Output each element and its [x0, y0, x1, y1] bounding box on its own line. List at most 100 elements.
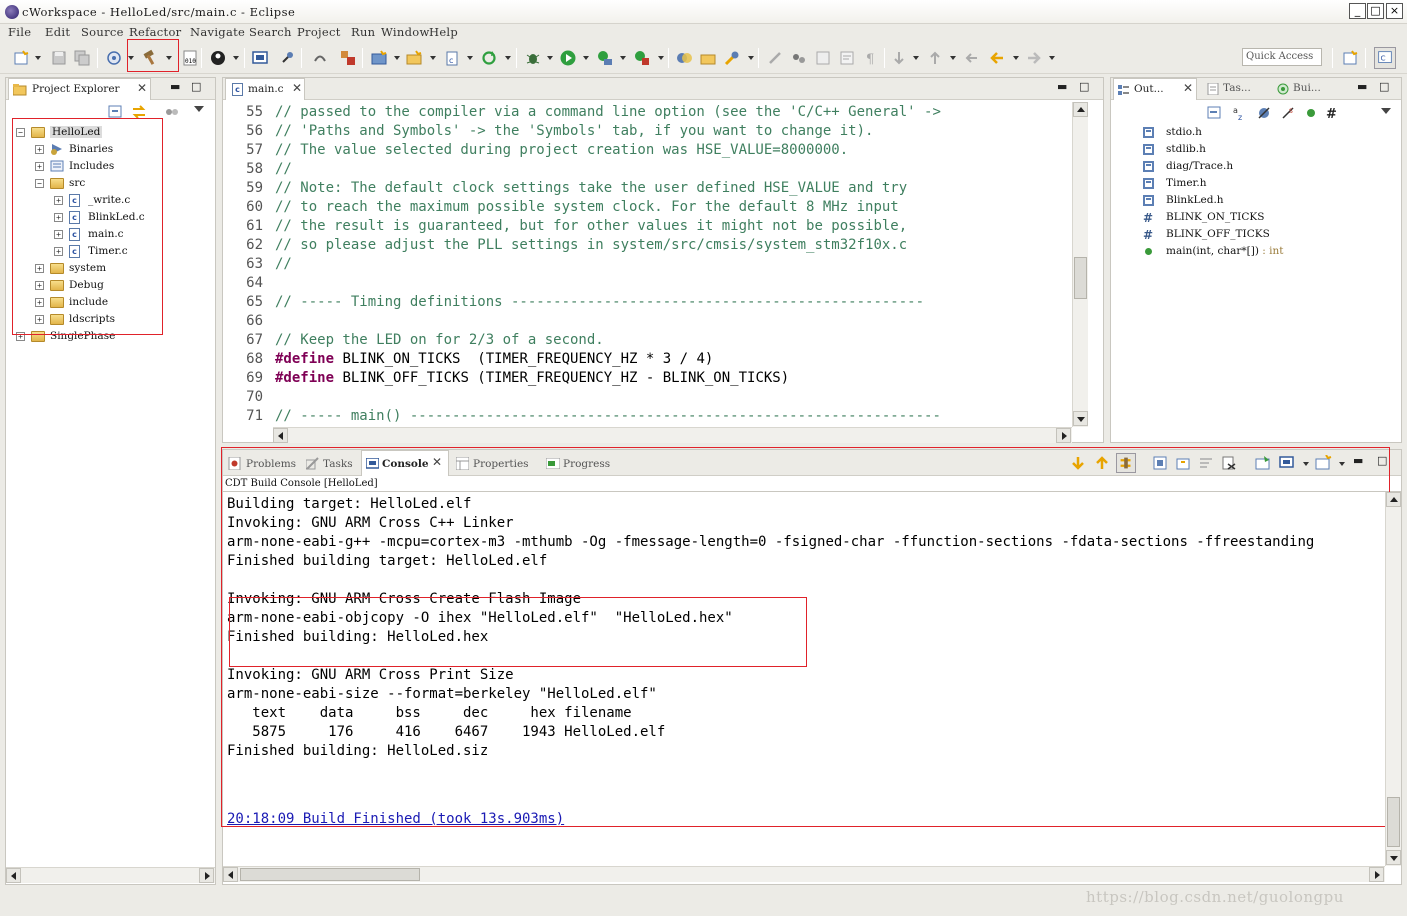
console-icon[interactable]: [251, 49, 269, 67]
minimize-view-icon[interactable]: ▬: [1357, 80, 1367, 93]
scroll-left-button[interactable]: [273, 428, 288, 443]
tab-outline[interactable]: Out... ✕: [1113, 78, 1197, 100]
collapse-all-icon[interactable]: [1207, 106, 1221, 120]
collapse-all-icon[interactable]: [108, 105, 124, 119]
manage-configurations-icon[interactable]: [105, 49, 123, 67]
pin-icon[interactable]: [278, 49, 296, 67]
tab-build-targets[interactable]: Bui...: [1273, 78, 1337, 100]
menu-file[interactable]: File: [8, 25, 31, 39]
scroll-up-button[interactable]: [1073, 102, 1088, 117]
tab-main-c[interactable]: c main.c ✕: [225, 78, 305, 100]
menu-edit[interactable]: Edit: [45, 25, 70, 39]
comment: //: [275, 256, 292, 272]
scroll-left-button[interactable]: [223, 867, 238, 882]
pen-icon[interactable]: [766, 49, 784, 67]
menu-source[interactable]: Source: [81, 25, 124, 39]
close-icon[interactable]: ✕: [137, 81, 147, 95]
close-button[interactable]: ×: [1386, 3, 1403, 19]
forward-icon[interactable]: [1025, 49, 1043, 67]
menu-run[interactable]: Run: [351, 25, 375, 39]
tab-project-explorer[interactable]: Project Explorer ✕: [8, 78, 151, 100]
save-icon[interactable]: [50, 49, 68, 67]
console-horizontal-scrollbar[interactable]: [223, 866, 1385, 882]
hide-fields-icon[interactable]: [1257, 106, 1271, 120]
scroll-thumb[interactable]: [1387, 797, 1400, 847]
scroll-thumb-h[interactable]: [240, 868, 420, 881]
link-with-editor-icon[interactable]: [131, 105, 147, 119]
menu-help[interactable]: Help: [429, 25, 458, 39]
mark-occurrences-icon[interactable]: [790, 49, 808, 67]
menu-project[interactable]: Project: [297, 25, 341, 39]
debug-profile-icon[interactable]: [209, 49, 227, 67]
menu-window[interactable]: Window: [381, 25, 430, 39]
show-whitespace-icon[interactable]: ¶: [862, 49, 880, 67]
tab-tasks[interactable]: Tas...: [1203, 78, 1267, 100]
scroll-right-button[interactable]: [199, 868, 214, 883]
view-menu-chevron-down-icon[interactable]: [1381, 108, 1391, 114]
editor-horizontal-scrollbar[interactable]: [273, 427, 1072, 443]
word-wrap-icon[interactable]: [838, 49, 856, 67]
last-edit-location-icon[interactable]: [963, 49, 981, 67]
next-annotation-icon[interactable]: [890, 49, 908, 67]
hide-macros-icon[interactable]: #: [1325, 106, 1339, 120]
scroll-down-button[interactable]: [1386, 850, 1401, 865]
save-all-icon[interactable]: [73, 49, 91, 67]
editor-vertical-scrollbar[interactable]: [1072, 102, 1088, 427]
quick-access-input[interactable]: Quick Access: [1242, 48, 1322, 66]
console-vertical-scrollbar[interactable]: [1385, 492, 1401, 866]
scroll-right-button[interactable]: [1056, 428, 1071, 443]
customize-view-icon[interactable]: [165, 106, 179, 118]
minimize-editor-icon[interactable]: ▬: [1057, 80, 1067, 93]
minimize-view-icon[interactable]: ▬: [170, 80, 180, 93]
open-element-icon[interactable]: [699, 49, 717, 67]
previous-annotation-icon[interactable]: [926, 49, 944, 67]
tab-main-c-label: main.c: [248, 83, 284, 95]
new-folder-icon[interactable]: [405, 49, 423, 67]
outline-panel: Out... ✕ Tas... Bui... ▬ □ az S # stdio.…: [1110, 77, 1402, 443]
skip-breakpoints-icon[interactable]: [311, 49, 329, 67]
line-number: 61: [246, 218, 263, 234]
scroll-up-button[interactable]: [1386, 492, 1401, 507]
maximize-editor-icon[interactable]: □: [1079, 80, 1089, 93]
maximize-button[interactable]: □: [1367, 3, 1384, 19]
debug-bug-icon[interactable]: [524, 49, 542, 67]
close-icon[interactable]: ✕: [1183, 81, 1193, 95]
tab-outline-label: Out...: [1134, 83, 1164, 95]
run-external-tools-icon[interactable]: [596, 49, 614, 67]
run-icon[interactable]: [559, 49, 577, 67]
hide-non-public-icon[interactable]: [1305, 107, 1317, 119]
binary-icon[interactable]: 010: [181, 49, 199, 67]
new-project-icon[interactable]: [370, 49, 388, 67]
open-perspective-icon[interactable]: [1341, 49, 1359, 67]
back-icon[interactable]: [988, 49, 1006, 67]
sort-alphabetically-icon[interactable]: az: [1231, 105, 1247, 121]
refresh-icon[interactable]: [480, 49, 498, 67]
scroll-right-button[interactable]: [1369, 867, 1384, 882]
menu-navigate[interactable]: Navigate: [190, 25, 245, 39]
c-cpp-perspective-icon[interactable]: C: [1374, 47, 1396, 69]
external-tools-icon[interactable]: [633, 49, 651, 67]
comment: // 'Paths and Symbols' -> the 'Symbols' …: [275, 123, 874, 139]
maximize-view-icon[interactable]: □: [191, 80, 201, 93]
toggle-block-icon[interactable]: [814, 49, 832, 67]
menu-search[interactable]: Search: [249, 25, 292, 39]
menu-refactor[interactable]: Refactor: [129, 25, 181, 39]
scroll-down-button[interactable]: [1073, 411, 1088, 426]
project-explorer-icon: [13, 84, 27, 96]
open-type-icon[interactable]: [675, 49, 693, 67]
hide-static-members-icon[interactable]: S: [1281, 106, 1295, 120]
new-class-icon[interactable]: [339, 49, 357, 67]
new-source-file-icon[interactable]: c: [443, 49, 461, 67]
flash-image-highlight: [229, 597, 807, 667]
explorer-horizontal-scrollbar[interactable]: [6, 867, 215, 883]
scroll-left-button[interactable]: [6, 868, 21, 883]
view-menu-chevron-down-icon[interactable]: [194, 106, 204, 112]
minimize-button[interactable]: _: [1349, 3, 1366, 19]
new-icon[interactable]: [12, 49, 30, 67]
scroll-thumb[interactable]: [1074, 257, 1087, 299]
c-file-icon: c: [232, 83, 243, 96]
keyword: #define: [275, 370, 335, 386]
close-icon[interactable]: ✕: [292, 81, 302, 95]
search-flashlight-icon[interactable]: [723, 49, 741, 67]
maximize-view-icon[interactable]: □: [1379, 80, 1389, 93]
